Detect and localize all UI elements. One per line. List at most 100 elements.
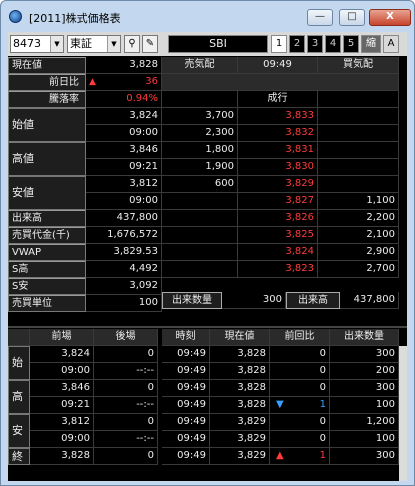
chevron-down-icon[interactable]: ▼ — [107, 36, 120, 52]
tab-5[interactable]: 5 — [343, 35, 359, 53]
tick-time: 09:49 — [162, 363, 210, 380]
minimize-button[interactable]: — — [307, 9, 333, 26]
turnover-label: 売買代金(千) — [8, 227, 86, 244]
tick-time: 09:49 — [162, 397, 210, 414]
tab-3[interactable]: 3 — [307, 35, 323, 53]
tab-1[interactable]: 1 — [271, 35, 287, 53]
tick-price: 3,828 — [210, 397, 270, 414]
low-price: 3,812 — [86, 176, 162, 193]
volume-total-label: 出来高 — [286, 292, 340, 309]
tick-diff-cell: ▲ 1 — [270, 448, 330, 465]
grid-row: 3,812 — [8, 176, 407, 193]
price-header: 現在値 — [210, 329, 270, 346]
app-window: [2011]株式価格表 — □ X 8473 ▼ 東証 ▼ ⚲ ✎ SBI 1 2 … — [0, 0, 415, 486]
time-header: 時刻 — [162, 329, 210, 346]
rate-label: 騰落率 — [8, 91, 86, 108]
tick-volume: 300 — [330, 380, 399, 397]
grid-row: 09:49 3,828 ▼ 1 100 — [8, 397, 407, 414]
grid-row: VWAP 3,829.53 — [8, 244, 407, 261]
search-icon[interactable]: ⚲ — [124, 35, 140, 53]
tick-volume-header: 出来数量 — [330, 329, 399, 346]
broker-label: SBI — [168, 35, 268, 53]
code-input[interactable]: 8473 ▼ — [10, 35, 64, 53]
open-price: 3,824 — [86, 108, 162, 125]
volume-qty-value: 300 — [222, 292, 286, 309]
blank-header — [8, 329, 30, 346]
shrink-button[interactable]: 縮 — [361, 35, 381, 53]
limit-up-value: 4,492 — [86, 261, 162, 278]
board-time: 09:49 — [238, 57, 318, 74]
market-select[interactable]: 東証 ▼ — [67, 35, 121, 53]
grid-row: 3,846 — [8, 142, 407, 159]
tick-diff: 1 — [319, 399, 326, 410]
tick-diff: 1 — [319, 450, 326, 461]
vwap-label: VWAP — [8, 244, 86, 261]
grid-row: 騰落率 0.94% — [8, 91, 407, 108]
grid-row: 09:49 3,828 0 300 — [8, 380, 407, 397]
tab-2[interactable]: 2 — [289, 35, 305, 53]
tick-diff-cell: ▼ 1 — [270, 397, 330, 414]
tick-price: 3,828 — [210, 346, 270, 363]
tick-diff: 0 — [319, 365, 326, 376]
grid-row: 09:49 3,828 0 300 — [8, 346, 407, 363]
window-title: [2011]株式価格表 — [29, 12, 121, 25]
scrollbar[interactable] — [399, 346, 407, 481]
tab-4[interactable]: 4 — [325, 35, 341, 53]
tick-diff-cell: 0 — [270, 380, 330, 397]
chevron-down-icon[interactable]: ▼ — [50, 36, 63, 52]
maximize-button[interactable]: □ — [339, 9, 365, 26]
afternoon-header: 後場 — [94, 329, 158, 346]
tick-time: 09:49 — [162, 431, 210, 448]
code-value: 8473 — [13, 37, 41, 50]
grid-row: 09:00 — [8, 125, 407, 142]
grid-row: 09:49 3,829 0 100 — [8, 431, 407, 448]
volume-value: 437,800 — [86, 210, 162, 227]
tick-volume: 200 — [330, 363, 399, 380]
buy-quote-header: 買気配 — [318, 57, 399, 74]
diff-header: 前回比 — [270, 329, 330, 346]
tick-price: 3,829 — [210, 448, 270, 465]
rate-value: 0.94% — [86, 91, 162, 108]
board-blank — [162, 74, 399, 91]
edit-icon[interactable]: ✎ — [142, 35, 158, 53]
market-value: 東証 — [70, 37, 92, 50]
divider — [8, 326, 407, 328]
morning-header: 前場 — [30, 329, 94, 346]
tick-price: 3,829 — [210, 431, 270, 448]
tick-time: 09:49 — [162, 380, 210, 397]
change-label: 前日比 — [8, 74, 86, 91]
tick-diff: 0 — [319, 382, 326, 393]
grid-row: 09:00 — [8, 193, 407, 210]
turnover-value: 1,676,572 — [86, 227, 162, 244]
high-time: 09:21 — [86, 159, 162, 176]
tick-diff-cell: 0 — [270, 346, 330, 363]
tick-diff-cell: 0 — [270, 414, 330, 431]
sell-quote-header: 売気配 — [162, 57, 238, 74]
a-button[interactable]: A — [383, 35, 399, 53]
tick-time: 09:49 — [162, 448, 210, 465]
tick-time: 09:49 — [162, 346, 210, 363]
toolbar: 8473 ▼ 東証 ▼ ⚲ ✎ SBI 1 2 3 4 5 縮 A — [8, 32, 407, 56]
current-price-label: 現在値 — [8, 57, 86, 74]
vwap-value: 3,829.53 — [86, 244, 162, 261]
grid-row: 09:49 3,829 ▲ 1 300 — [8, 448, 407, 465]
tick-volume: 100 — [330, 397, 399, 414]
title-bar[interactable]: [2011]株式価格表 — □ X — [1, 1, 414, 31]
change-cell: ▲ 36 — [86, 74, 162, 91]
grid-row: 09:49 3,829 0 1,200 — [8, 414, 407, 431]
tick-diff: 0 — [319, 348, 326, 359]
close-button[interactable]: X — [369, 9, 411, 26]
tick-price: 3,829 — [210, 414, 270, 431]
tick-volume: 100 — [330, 431, 399, 448]
tick-volume: 300 — [330, 346, 399, 363]
tick-volume: 1,200 — [330, 414, 399, 431]
change-value: 36 — [145, 76, 158, 87]
low-time: 09:00 — [86, 193, 162, 210]
tick-time: 09:49 — [162, 414, 210, 431]
volume-label: 出来高 — [8, 210, 86, 227]
app-icon[interactable] — [9, 10, 22, 23]
grid-row: 3,824 — [8, 108, 407, 125]
tick-diff-cell: 0 — [270, 431, 330, 448]
current-price-value: 3,828 — [86, 57, 162, 74]
grid-row: 出来高 437,800 — [8, 210, 407, 227]
